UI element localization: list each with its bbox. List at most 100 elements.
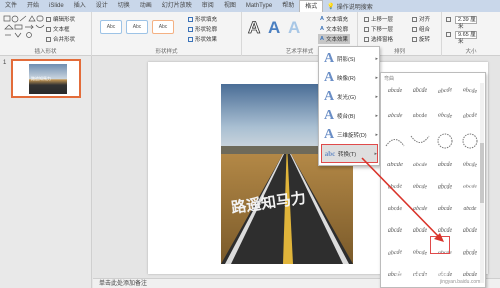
menu-item-shadow[interactable]: A 阴影(S) ▸: [321, 49, 378, 68]
wordart-style-light-icon[interactable]: A: [288, 18, 300, 38]
rotate-button[interactable]: 旋转: [412, 35, 430, 43]
tab-home[interactable]: 开始: [22, 0, 44, 12]
merge-shapes-button[interactable]: 合并形状: [46, 35, 75, 43]
scrollbar-thumb[interactable]: [480, 143, 484, 203]
tab-view[interactable]: 视图: [219, 0, 241, 12]
text-effects-button[interactable]: A 文本效果: [318, 34, 350, 44]
arc-warp-row[interactable]: [383, 131, 483, 151]
shape-style-3[interactable]: Abc: [152, 20, 174, 34]
tab-islide[interactable]: iSlide: [44, 0, 69, 12]
group-button[interactable]: 组合: [412, 25, 430, 33]
tab-transitions[interactable]: 切换: [113, 0, 135, 12]
tab-format[interactable]: 格式: [299, 0, 324, 12]
shape-fill-button[interactable]: 形状填充: [188, 15, 217, 23]
warp-option[interactable]: abcde: [458, 243, 482, 264]
slide-number: 1: [3, 60, 7, 66]
warp-option[interactable]: abcde: [433, 81, 457, 100]
tab-file[interactable]: 文件: [0, 0, 22, 12]
warp-option[interactable]: abcde: [458, 81, 482, 100]
menu-item-transform[interactable]: abc 转换(T) ▸: [321, 144, 378, 163]
tell-me-label: 操作说明搜索: [336, 4, 373, 11]
transform-submenu: 弯曲 abcde abcde abcde abcde abcde abcde a…: [380, 72, 486, 288]
warp-option[interactable]: abcde: [383, 221, 407, 240]
warp-option[interactable]: abcde: [457, 107, 483, 125]
text-effects-menu: A 阴影(S) ▸ A 映像(R) ▸ A 发光(G) ▸ A 棱台(B) ▸ …: [318, 46, 380, 166]
warp-option[interactable]: abcde: [408, 159, 432, 172]
send-backward-label: 下移一层: [371, 27, 394, 33]
menu-item-3d-rotation[interactable]: A 三维旋转(D) ▸: [321, 125, 378, 144]
warp-option[interactable]: abcde: [433, 177, 457, 198]
menu-item-reflection-label: 映像(R): [337, 75, 356, 82]
width-icon: [446, 32, 451, 37]
text-fill-button[interactable]: A 文本填充: [320, 15, 348, 23]
warp-option[interactable]: abcde: [408, 244, 432, 263]
warp-option[interactable]: abcde: [408, 81, 432, 100]
rotate-icon: [412, 36, 417, 42]
warp-option[interactable]: abcde: [382, 157, 408, 173]
menu-item-glow-label: 发光(G): [337, 94, 356, 101]
tab-slideshow[interactable]: 幻灯片放映: [157, 0, 197, 12]
selection-pane-button[interactable]: 选择窗格: [364, 35, 393, 43]
selected-warp-highlight: [430, 236, 450, 254]
group-insert-shapes: 编辑形状 文本框 合并形状 插入形状: [0, 12, 92, 56]
warp-option[interactable]: abcde: [459, 201, 481, 217]
ribbon-tab-bar: 文件 开始 iSlide 插入 设计 切换 动画 幻灯片放映 审阅 视图 Mat…: [0, 0, 500, 12]
text-outline-button[interactable]: A 文本轮廓: [320, 25, 348, 33]
tab-mathtype[interactable]: MathType: [241, 0, 277, 12]
warp-option[interactable]: abcde: [382, 178, 407, 196]
3d-rotation-icon: A: [323, 126, 335, 142]
menu-item-bevel[interactable]: A 棱台(B) ▸: [321, 106, 378, 125]
warp-option[interactable]: abcde: [458, 156, 482, 174]
tab-design[interactable]: 设计: [91, 0, 113, 12]
chevron-right-icon: ▸: [375, 74, 378, 81]
shape-outline-button[interactable]: 形状轮廓: [188, 25, 217, 33]
warp-option[interactable]: abcde: [407, 201, 433, 217]
chevron-right-icon: ▸: [375, 131, 378, 138]
shape-style-2[interactable]: Abc: [126, 20, 148, 34]
group-label-shape-styles: 形状样式: [155, 49, 178, 55]
ribbon-body: 编辑形状 文本框 合并形状 插入形状 Abc Abc Abc 形状填充 形状轮廓…: [0, 12, 500, 56]
warp-option[interactable]: abcde: [458, 181, 482, 192]
warp-option[interactable]: abcde: [432, 107, 458, 125]
bring-forward-button[interactable]: 上移一层: [364, 15, 393, 23]
selection-pane-label: 选择窗格: [371, 37, 394, 43]
slide-thumbnail[interactable]: 路追知馬力: [11, 59, 81, 98]
menu-item-reflection[interactable]: A 映像(R) ▸: [321, 68, 378, 87]
height-input[interactable]: 2.39 厘米: [455, 16, 477, 30]
warp-option[interactable]: abcde: [458, 221, 482, 240]
wordart-style-blue-icon[interactable]: A: [268, 18, 280, 38]
bring-forward-label: 上移一层: [371, 17, 394, 23]
transform-icon: abc: [324, 149, 336, 158]
warp-option[interactable]: abcde: [433, 157, 457, 173]
wordart-style-outline-icon[interactable]: A: [248, 18, 261, 38]
send-backward-button[interactable]: 下移一层: [364, 25, 393, 33]
chevron-right-icon: ▸: [375, 112, 378, 119]
text-box-button[interactable]: 文本框: [46, 25, 70, 33]
tab-insert[interactable]: 插入: [69, 0, 91, 12]
edit-shape-icon: [46, 16, 51, 22]
shapes-gallery-icon[interactable]: [3, 15, 45, 41]
warp-option[interactable]: abcde: [383, 83, 407, 99]
warp-option[interactable]: abcde: [407, 178, 432, 196]
shape-effects-button[interactable]: 形状效果: [188, 35, 217, 43]
menu-item-glow[interactable]: A 发光(G) ▸: [321, 87, 378, 106]
tab-animations[interactable]: 动画: [135, 0, 157, 12]
warp-option[interactable]: abcde: [382, 201, 408, 217]
edit-shape-button[interactable]: 编辑形状: [46, 15, 75, 23]
tell-me-box[interactable]: 💡 操作说明搜索: [327, 2, 373, 11]
tab-review[interactable]: 审阅: [197, 0, 219, 12]
glow-icon: A: [323, 88, 335, 104]
group-label-insert-shapes: 插入形状: [34, 49, 57, 55]
tab-help[interactable]: 帮助: [277, 0, 299, 12]
width-input[interactable]: 9.65 厘米: [455, 31, 477, 45]
shape-effects-label: 形状效果: [195, 37, 218, 43]
warp-option[interactable]: abcde: [408, 221, 432, 240]
merge-shapes-icon: [46, 36, 51, 42]
shape-style-1[interactable]: Abc: [100, 20, 122, 34]
warp-option[interactable]: abcde: [433, 201, 457, 217]
submenu-scrollbar[interactable]: [480, 83, 484, 283]
align-button[interactable]: 对齐: [412, 15, 430, 23]
warp-option[interactable]: abcde: [383, 244, 407, 263]
warp-option[interactable]: abcde: [382, 108, 409, 124]
warp-option[interactable]: abcde: [407, 108, 434, 124]
